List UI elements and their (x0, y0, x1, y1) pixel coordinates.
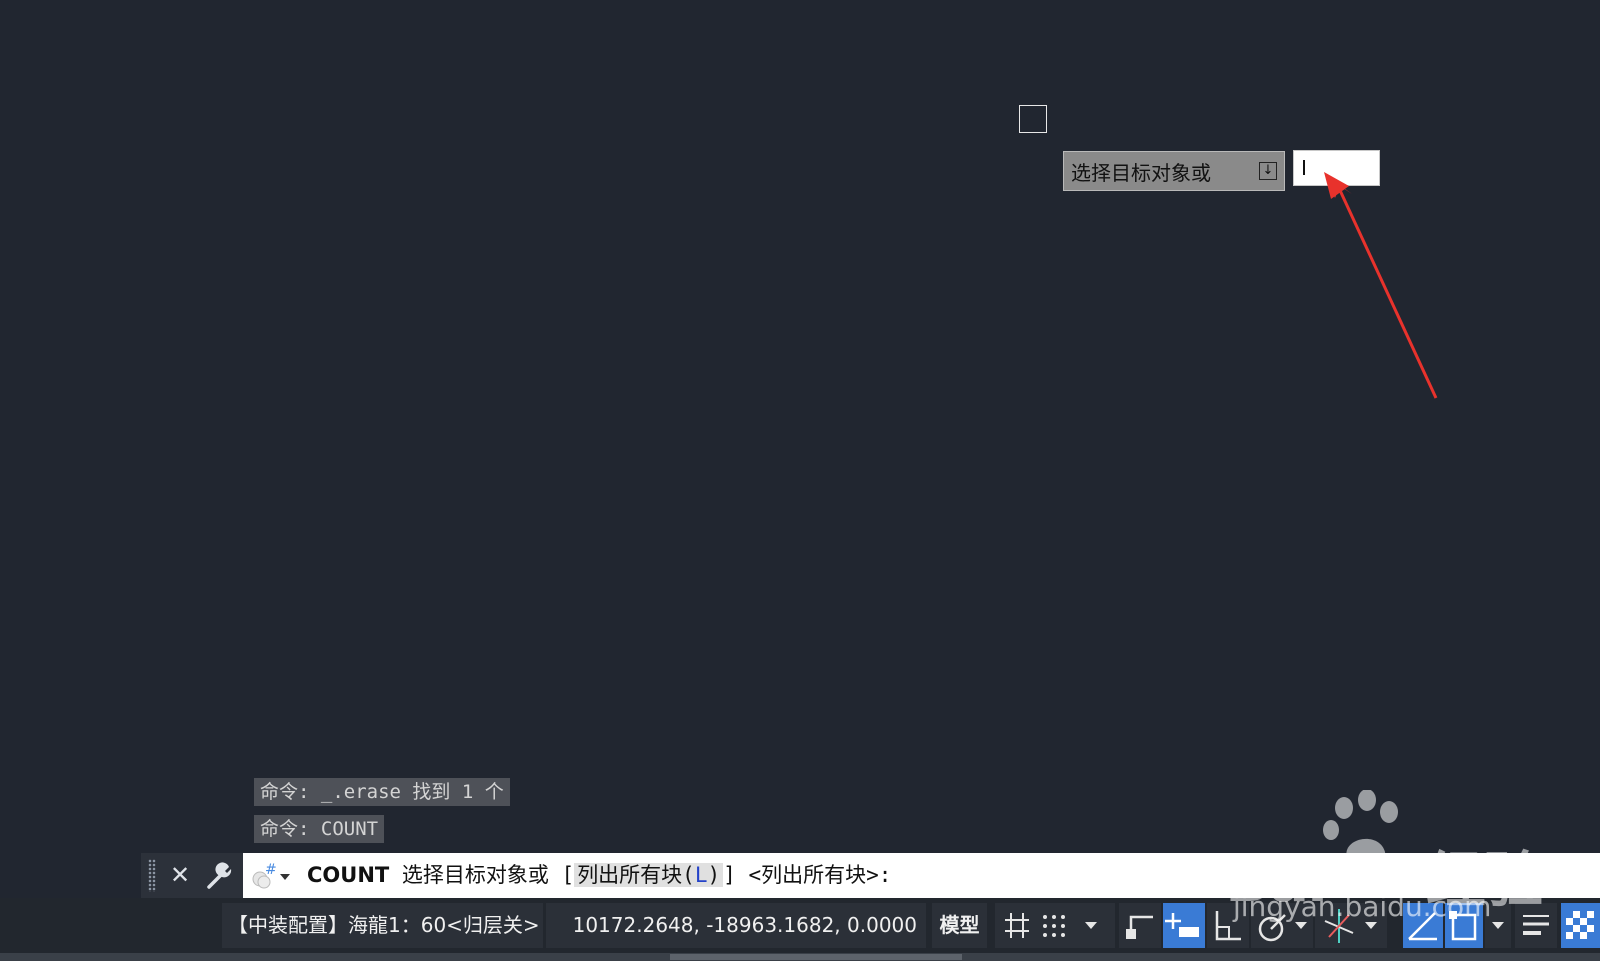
horizontal-scrollbar[interactable] (0, 953, 1600, 961)
option-key: L (694, 863, 708, 887)
grid-icon (1005, 913, 1029, 938)
dropdown-icon (1085, 922, 1097, 929)
command-prompt-line[interactable]: COUNT 选择目标对象或 [列出所有块(L)] <列出所有块>: (307, 853, 891, 898)
ortho-icon[interactable] (1207, 903, 1249, 948)
close-icon[interactable]: ✕ (167, 861, 193, 889)
snap-icon (1043, 915, 1065, 937)
command-line-controls: ✕ (141, 853, 243, 898)
default-option: <列出所有块>: (748, 863, 892, 887)
osnap-dropdown-icon (1365, 922, 1377, 929)
grid-snap-group (995, 903, 1115, 948)
annotation-arrow (1324, 172, 1438, 399)
transparency-icon[interactable] (1561, 903, 1600, 948)
command-name: COUNT (307, 863, 390, 887)
wrench-icon[interactable] (203, 861, 235, 891)
option-label-end: ) (707, 863, 721, 887)
drag-handle-icon[interactable] (148, 859, 156, 892)
dynamic-input-icon[interactable] (1163, 903, 1205, 948)
scrollbar-thumb[interactable] (670, 954, 962, 960)
bracket-open: [ (561, 863, 575, 887)
coordinate-readout[interactable]: 10172.2648, -18963.1682, 0.0000 (546, 903, 926, 948)
option-list-all-blocks[interactable]: 列出所有块(L) (574, 863, 724, 887)
option-label: 列出所有块( (577, 863, 695, 887)
history-line-1: 命令: _.erase 找到 1 个 (254, 778, 510, 806)
bracket-close: ] (723, 863, 736, 887)
osnap3d-dropdown-icon[interactable] (1485, 903, 1511, 948)
command-line-bar[interactable]: ✕ # COUNT 选择目标对象或 [列出所有块(L)] <列出所有块>: (141, 853, 1600, 898)
command-prompt: 选择目标对象或 (401, 863, 549, 887)
polar-icon[interactable] (1251, 903, 1313, 948)
polar-dropdown-icon (1295, 922, 1307, 929)
svg-text:#: # (265, 862, 277, 878)
command-icon[interactable]: # (248, 860, 290, 892)
osnap-track-icon[interactable] (1315, 903, 1387, 948)
history-line-2: 命令: COUNT (254, 815, 385, 843)
lineweight-icon[interactable] (1515, 903, 1557, 948)
osnap3d-icon[interactable] (1445, 903, 1483, 948)
scale-indicator[interactable]: 【中装配置】海龍1：60<归层关> (222, 903, 543, 948)
model-space-button[interactable]: 模型 (932, 903, 987, 948)
infer-icon[interactable] (1119, 903, 1161, 948)
osnap-icon[interactable] (1403, 903, 1443, 948)
